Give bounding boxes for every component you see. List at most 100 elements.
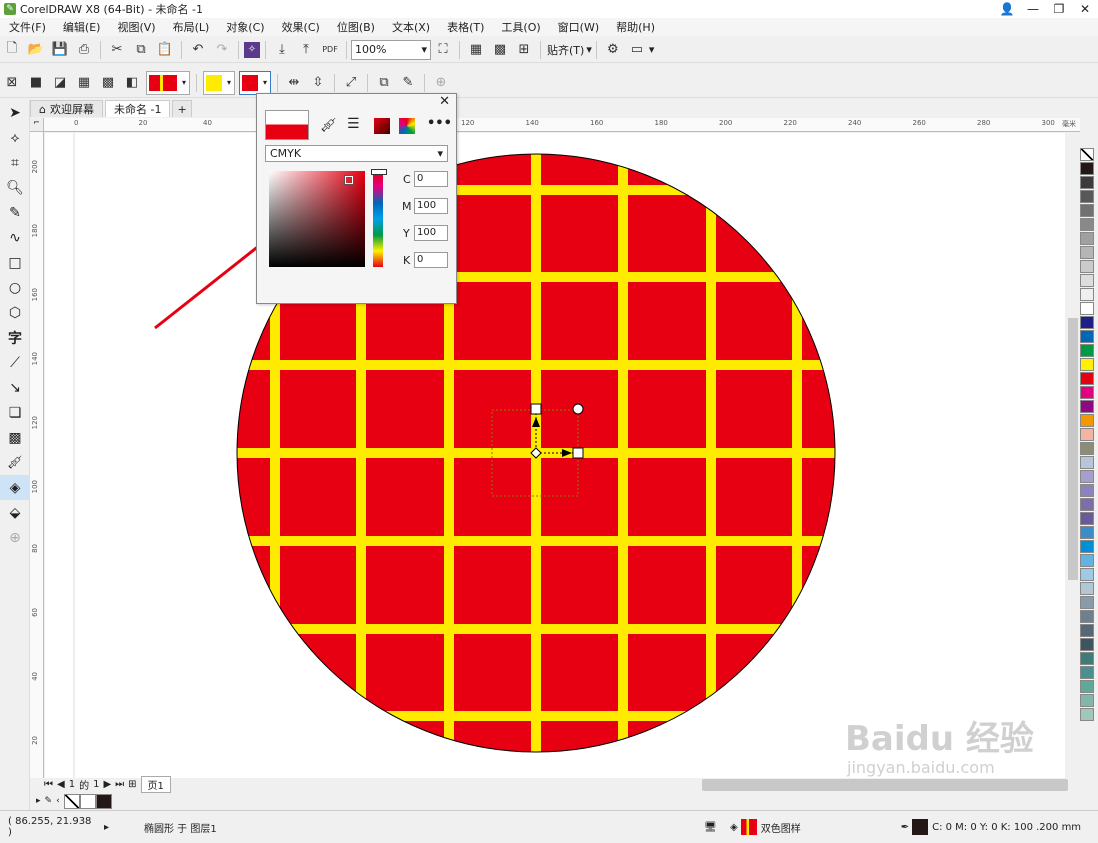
menu-item-5[interactable]: 效果(C) (273, 19, 328, 35)
previous-page-icon[interactable]: ◀ (57, 779, 65, 790)
palette-swatch[interactable] (1080, 386, 1094, 399)
arrow-left-small-icon[interactable]: ‹ (56, 796, 60, 806)
more-options-icon[interactable]: ••• (427, 116, 452, 131)
palette-swatch[interactable] (1080, 484, 1094, 497)
publish-pdf-icon[interactable]: PDF (319, 39, 341, 61)
close-icon[interactable]: ✕ (439, 94, 450, 109)
palette-swatch[interactable] (1080, 176, 1094, 189)
export-icon[interactable]: ⤒ (295, 39, 317, 61)
interactive-fill-tool-icon[interactable]: ◈ (0, 475, 30, 500)
menu-item-9[interactable]: 工具(O) (492, 19, 548, 35)
palette-swatch[interactable] (1080, 414, 1094, 427)
palette-swatch[interactable] (1080, 680, 1094, 693)
palette-swatch[interactable] (1080, 344, 1094, 357)
palette-swatch[interactable] (1080, 456, 1094, 469)
palette-swatch[interactable] (1080, 610, 1094, 623)
minimize-icon[interactable]: — (1020, 0, 1046, 18)
palette-swatch[interactable] (1080, 666, 1094, 679)
menu-item-11[interactable]: 帮助(H) (607, 19, 663, 35)
pick-tool-icon[interactable]: ➤ (0, 100, 30, 125)
palette-swatch[interactable] (1080, 512, 1094, 525)
show-grid-icon[interactable]: ▩ (489, 39, 511, 61)
palette-swatch[interactable] (1080, 330, 1094, 343)
palette-swatch[interactable] (1080, 694, 1094, 707)
palette-swatch[interactable] (1080, 638, 1094, 651)
zoom-level-select[interactable]: 100% ▾ (351, 39, 431, 60)
close-icon[interactable]: ✕ (1072, 0, 1098, 18)
new-tab-button[interactable]: + (172, 100, 192, 117)
snap-to-menu[interactable]: 贴齐(T) (545, 42, 586, 58)
add-page-icon[interactable]: ⊞ (128, 779, 136, 790)
horizontal-scrollbar[interactable] (702, 779, 1068, 791)
color-sliders-icon[interactable]: ☰ (347, 116, 360, 132)
rectangle-tool-icon[interactable]: □ (0, 250, 30, 275)
magenta-input[interactable]: 100 (414, 198, 448, 214)
polygon-tool-icon[interactable]: ⬡ (0, 300, 30, 325)
palette-swatch[interactable] (1080, 498, 1094, 511)
palette-swatch[interactable] (1080, 554, 1094, 567)
color-proof-icon[interactable]: 🖥︎ (704, 822, 730, 833)
no-color-swatch[interactable] (63, 793, 80, 809)
palette-swatch[interactable] (1080, 260, 1094, 273)
add-tool-icon[interactable]: ⊕ (0, 525, 30, 550)
vector-pattern-fill-icon[interactable]: ▦ (73, 72, 95, 94)
black-input[interactable]: 0 (414, 252, 448, 268)
connector-tool-icon[interactable]: ↘ (0, 375, 30, 400)
palette-swatch[interactable] (1080, 708, 1094, 721)
palette-swatch[interactable] (1080, 526, 1094, 539)
palette-swatch[interactable] (1080, 302, 1094, 315)
color-viewers-icon[interactable] (374, 118, 390, 134)
copy-fill-icon[interactable]: ⧉ (373, 72, 395, 94)
import-icon[interactable]: ⤓ (271, 39, 293, 61)
drop-shadow-tool-icon[interactable]: ❏ (0, 400, 30, 425)
paste-icon[interactable]: 📋 (154, 39, 176, 61)
hue-slider[interactable] (371, 169, 387, 267)
open-folder-icon[interactable]: 📂 (25, 39, 47, 61)
uniform-fill-icon[interactable]: ■ (25, 72, 47, 94)
palette-swatch[interactable] (1080, 232, 1094, 245)
back-color-dropdown[interactable]: ▾ (239, 70, 271, 95)
menu-item-8[interactable]: 表格(T) (438, 19, 492, 35)
restore-icon[interactable]: ❐ (1046, 0, 1072, 18)
add-icon[interactable]: ⊕ (430, 72, 452, 94)
print-icon[interactable]: ⎙ (73, 39, 95, 61)
cut-icon[interactable]: ✂ (106, 39, 128, 61)
horizontal-ruler[interactable]: 0204060801001201401601802002202402602803… (44, 118, 1080, 132)
pattern-top-handle[interactable] (530, 403, 542, 415)
arrow-right-small-icon[interactable]: ▸ (36, 796, 41, 806)
palette-swatch[interactable] (1080, 274, 1094, 287)
save-icon[interactable]: 💾 (49, 39, 71, 61)
palette-swatch[interactable] (1080, 568, 1094, 581)
copy-icon[interactable]: ⧉ (130, 39, 152, 61)
last-page-icon[interactable]: ⏭ (115, 779, 124, 790)
yellow-input[interactable]: 100 (414, 225, 448, 241)
palette-swatch[interactable] (1080, 442, 1094, 455)
color-picker-square[interactable] (269, 171, 365, 267)
menu-item-0[interactable]: 文件(F) (0, 19, 54, 35)
shape-tool-icon[interactable]: ⟡ (0, 125, 30, 150)
edit-fill-icon[interactable]: ✎ (397, 72, 419, 94)
palette-swatch[interactable] (1080, 246, 1094, 259)
profile-icon[interactable]: 👤 (994, 0, 1020, 18)
eyedropper-small-icon[interactable]: ✎ (45, 796, 53, 806)
text-tool-icon[interactable]: 字 (0, 325, 30, 350)
two-color-pattern-fill-icon[interactable]: ◧ (121, 72, 143, 94)
palette-swatch[interactable] (1080, 596, 1094, 609)
next-page-icon[interactable]: ▶ (103, 779, 111, 790)
mirror-tiles-horizontal-icon[interactable]: ⇹ (283, 72, 305, 94)
artistic-media-tool-icon[interactable]: ∿ (0, 225, 30, 250)
palette-swatch[interactable] (1080, 624, 1094, 637)
palette-swatch[interactable] (1080, 428, 1094, 441)
search-content-icon[interactable]: ✧ (244, 41, 260, 58)
palette-swatch[interactable] (1080, 204, 1094, 217)
freehand-tool-icon[interactable]: ✎ (0, 200, 30, 225)
pattern-rotate-handle[interactable] (572, 403, 584, 415)
transparency-tool-icon[interactable]: ▩ (0, 425, 30, 450)
menu-item-10[interactable]: 窗口(W) (549, 19, 607, 35)
first-page-icon[interactable]: ⏮ (44, 779, 53, 790)
undo-icon[interactable]: ↶ (187, 39, 209, 61)
drawing-canvas[interactable] (45, 133, 1065, 778)
front-color-dropdown[interactable]: ▾ (203, 70, 235, 95)
color-model-select[interactable]: CMYK ▾ (265, 145, 448, 162)
no-fill-icon[interactable]: ⊠ (1, 72, 23, 94)
